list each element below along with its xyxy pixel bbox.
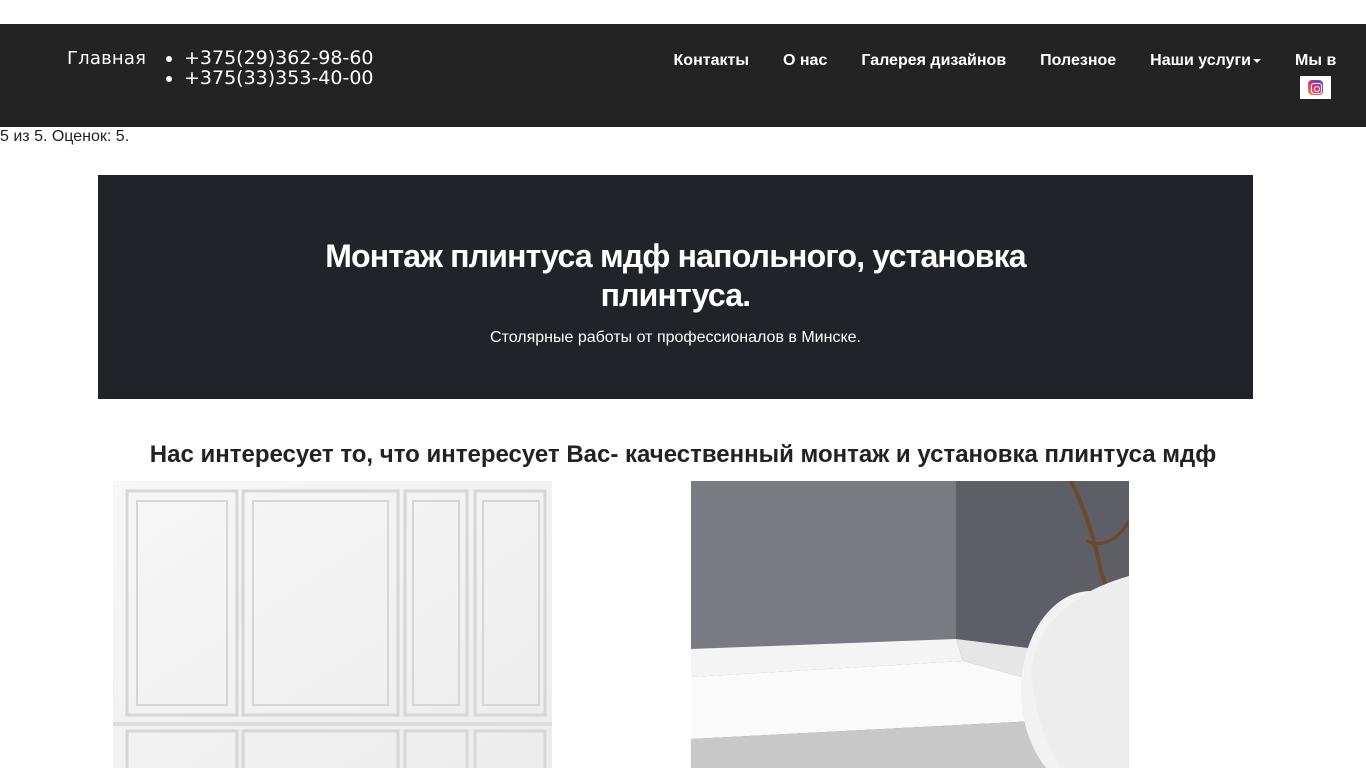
hero-banner: Монтаж плинтуса мдф напольного, установк…	[98, 175, 1253, 399]
skirting-image	[691, 481, 1129, 768]
site-header: Главная +375(29)362-98-60 +375(33)353-40…	[0, 24, 1366, 127]
instagram-link[interactable]	[1300, 76, 1331, 99]
skirting-board-photo	[691, 481, 1129, 768]
social-label: Мы в	[1295, 52, 1337, 69]
rating-text: 5 из 5. Оценок: 5.	[0, 128, 130, 145]
main-menu: Контакты О нас Галерея дизайнов Полезное…	[657, 52, 1278, 76]
instagram-icon	[1308, 80, 1323, 95]
section-title: Нас интересует то, что интересует Вас- к…	[149, 441, 1217, 468]
page-title: Монтаж плинтуса мдф напольного, установк…	[325, 238, 1026, 313]
home-link[interactable]: Главная	[67, 48, 146, 69]
phone-item[interactable]: +375(33)353-40-00	[184, 68, 374, 88]
menu-item-useful[interactable]: Полезное	[1040, 52, 1116, 70]
phone-list: +375(29)362-98-60 +375(33)353-40-00	[184, 48, 374, 88]
wall-moulding-photo	[113, 481, 552, 768]
chevron-down-icon	[1253, 58, 1261, 63]
phone-number-2[interactable]: +375(33)353-40-00	[184, 67, 374, 89]
menu-item-about[interactable]: О нас	[783, 52, 827, 70]
menu-item-contacts[interactable]: Контакты	[674, 52, 749, 70]
menu-item-gallery[interactable]: Галерея дизайнов	[861, 52, 1006, 70]
phone-number-1[interactable]: +375(29)362-98-60	[184, 47, 374, 69]
phone-item[interactable]: +375(29)362-98-60	[184, 48, 374, 68]
hero-subtitle: Столярные работы от профессионалов в Мин…	[490, 329, 861, 346]
menu-item-services[interactable]: Наши услуги	[1150, 52, 1261, 70]
services-label: Наши услуги	[1150, 52, 1251, 69]
wall-panels-image	[113, 481, 552, 768]
